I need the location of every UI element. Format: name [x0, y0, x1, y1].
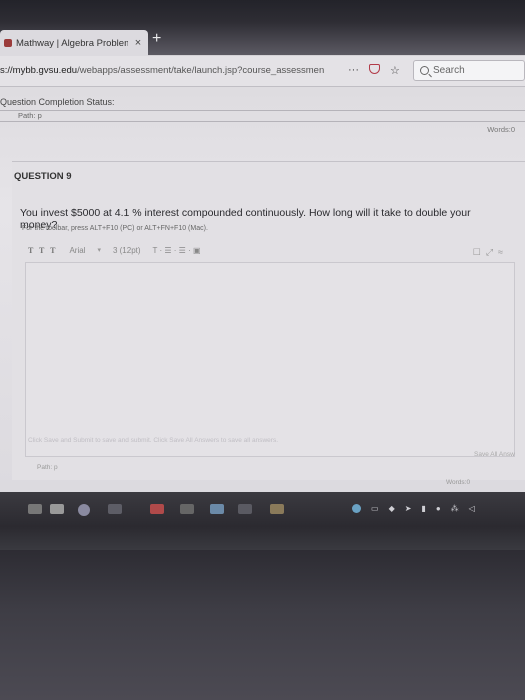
previous-words-count: Words:0 [487, 125, 515, 134]
app-icon-gray[interactable] [180, 504, 194, 514]
chevron-down-icon[interactable]: ▾ [97, 246, 101, 254]
tray-record-icon[interactable]: ● [436, 504, 441, 513]
address-bar[interactable]: s://mybb.gvsu.edu/webapps/assessment/tak… [0, 62, 408, 80]
url-path: /webapps/assessment/take/launch.jsp?cour… [77, 65, 325, 76]
tray-arrow-icon[interactable]: ➤ [405, 504, 412, 513]
toolbar-hint: For the toolbar, press ALT+F10 (PC) or A… [22, 225, 208, 232]
format-buttons[interactable]: T T T [28, 246, 57, 255]
save-submit-hint: Click Save and Submit to save and submit… [28, 437, 278, 444]
app-icon-dark[interactable] [238, 504, 252, 514]
collapse-toolbar-icon[interactable]: ≈ [498, 247, 503, 258]
browser-navbar: s://mybb.gvsu.edu/webapps/assessment/tak… [0, 56, 525, 87]
fullscreen-icon[interactable]: ⤢ [486, 247, 493, 258]
system-tray: ▭ ◆ ➤ ▮ ● ⁂ ◁ [352, 504, 475, 513]
editor-toolbar: T T T Arial ▾ 3 (12pt) T · ☰ · ☰ · ▣ [28, 243, 498, 257]
bookmark-star-icon[interactable]: ☆ [390, 64, 400, 77]
app-icon-blue[interactable] [210, 504, 224, 514]
completion-status-label: Question Completion Status: [0, 97, 115, 107]
url-host: s://mybb.gvsu.edu [0, 65, 78, 76]
tray-status-icon[interactable] [352, 504, 361, 513]
tray-volume-icon[interactable]: ◁ [469, 504, 475, 513]
previous-path-label: Path: p [18, 111, 42, 120]
search-placeholder: Search [433, 65, 465, 76]
editor-words-count: Words:0 [446, 479, 471, 486]
font-family-select[interactable]: Arial [69, 246, 85, 255]
store-icon[interactable] [50, 504, 64, 514]
taskbar: ▭ ◆ ➤ ▮ ● ⁂ ◁ [0, 492, 525, 550]
editor-toolbar-right: ☐ ⤢ ≈ [473, 247, 503, 258]
browser-tab-mathway[interactable]: Mathway | Algebra Problem S × [0, 30, 148, 56]
address-bar-actions: ··· ☆ [348, 64, 400, 77]
new-tab-button[interactable]: + [152, 30, 161, 48]
pocket-icon[interactable] [369, 64, 380, 74]
tab-title: Mathway | Algebra Problem S [16, 37, 128, 49]
tray-bluetooth-icon[interactable]: ⁂ [451, 504, 459, 513]
font-size-select[interactable]: 3 (12pt) [113, 246, 141, 255]
tab-close-icon[interactable]: × [132, 37, 144, 49]
app-icon-red[interactable] [150, 504, 164, 514]
taskbar-app-icon[interactable] [28, 504, 42, 514]
text-color-icon[interactable]: T · ☰ · ☰ · ▣ [153, 246, 201, 255]
editor-path-label: Path: p [37, 464, 58, 471]
search-icon [420, 66, 429, 75]
previous-answer-field [0, 110, 525, 122]
browser-tab-strip: Mathway | Algebra Problem S × + [0, 0, 525, 56]
answer-editor[interactable] [25, 262, 515, 457]
tray-chat-icon[interactable]: ▭ [371, 504, 379, 513]
spellcheck-icon[interactable]: ☐ [473, 247, 481, 258]
mail-icon[interactable] [108, 504, 122, 514]
laptop-bezel [0, 550, 525, 700]
tray-window-icon[interactable]: ▮ [421, 504, 425, 513]
search-input[interactable]: Search [413, 60, 525, 81]
mathway-favicon-icon [4, 39, 12, 47]
question-number: QUESTION 9 [14, 171, 72, 182]
photo-scene: Mathway | Algebra Problem S × + s://mybb… [0, 0, 525, 700]
chrome-icon[interactable] [78, 504, 90, 516]
app-icon-brown[interactable] [270, 504, 284, 514]
tray-network-icon[interactable]: ◆ [389, 504, 395, 513]
page-actions-icon[interactable]: ··· [348, 64, 359, 77]
assessment-page: Question Completion Status: Path: p Word… [0, 87, 525, 492]
save-all-answers-button[interactable]: Save All Answ [474, 451, 515, 458]
